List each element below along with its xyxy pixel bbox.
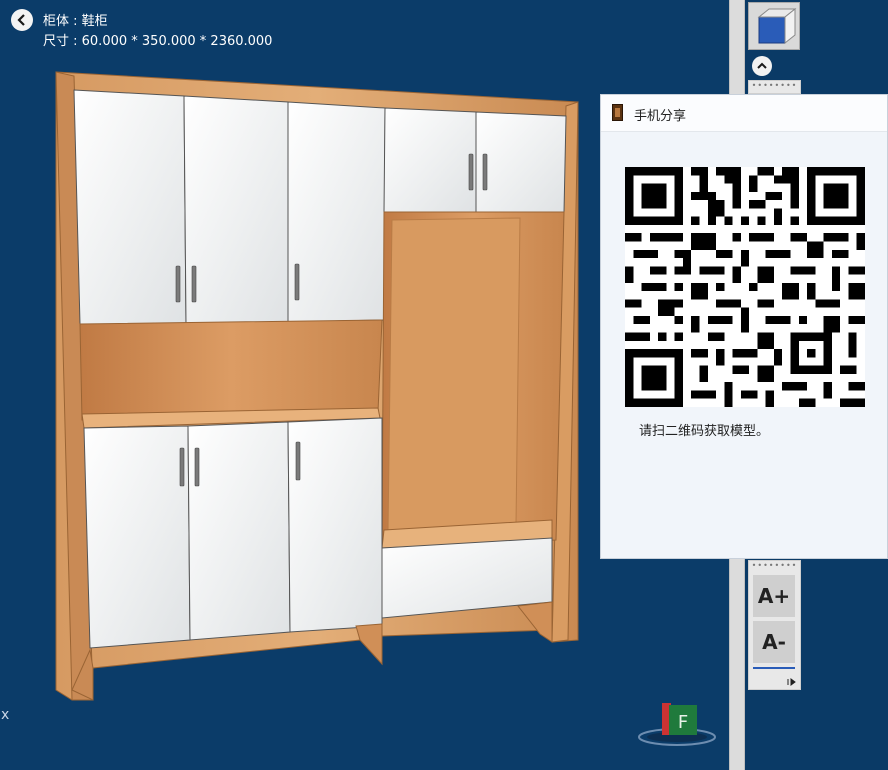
cabinet-name-label: 柜体 : 鞋柜: [43, 14, 108, 29]
open-shelf-middle: [79, 319, 383, 421]
plinth-middle: [355, 623, 383, 666]
door-bottom-2: [187, 421, 291, 641]
font-decrease-button[interactable]: A-: [753, 621, 795, 663]
share-panel-header: 手机分享: [601, 95, 887, 132]
back-button[interactable]: [11, 9, 33, 31]
door-bottom-3: [287, 417, 383, 633]
expand-arrow-icon[interactable]: [787, 677, 797, 687]
compartment-back: [387, 217, 521, 533]
door-top-5: [475, 111, 567, 213]
chevron-left-icon: [17, 14, 25, 26]
font-increase-button[interactable]: A+: [753, 575, 795, 617]
cabinet-size-label: 尺寸 : 60.000 * 350.000 * 2360.000: [43, 34, 273, 49]
collapse-button[interactable]: [752, 56, 772, 76]
door-bottom-1: [83, 425, 191, 649]
logo-letter: F: [678, 712, 688, 733]
view-cube-button[interactable]: [748, 2, 800, 50]
grip-dots: ••••••••: [751, 81, 798, 90]
app-logo-icon: F: [638, 703, 716, 746]
font-tool-panel: •••••••• A+ A-: [748, 560, 801, 690]
chevron-up-icon: [757, 62, 767, 69]
share-panel-title: 手机分享: [634, 109, 687, 124]
share-caption: 请扫二维码获取模型。: [639, 424, 770, 439]
door-top-1: [73, 89, 187, 325]
cabinet-info: 柜体 : 鞋柜 尺寸 : 60.000 * 350.000 * 2360.000: [43, 12, 272, 52]
cabinet-icon: [612, 104, 623, 121]
panel-divider: [753, 667, 795, 669]
mobile-share-panel: 手机分享 请扫二维码获取模型。: [600, 94, 888, 559]
door-top-2: [183, 95, 289, 325]
qr-code: [625, 167, 865, 407]
door-top-3: [287, 101, 386, 323]
grip-dots-bottom: ••••••••: [751, 561, 798, 570]
toolbar-strip-top: ••••••••: [748, 80, 801, 94]
cube-icon: [757, 7, 797, 45]
axis-x-label: x: [1, 707, 10, 723]
door-top-4: [383, 107, 477, 213]
